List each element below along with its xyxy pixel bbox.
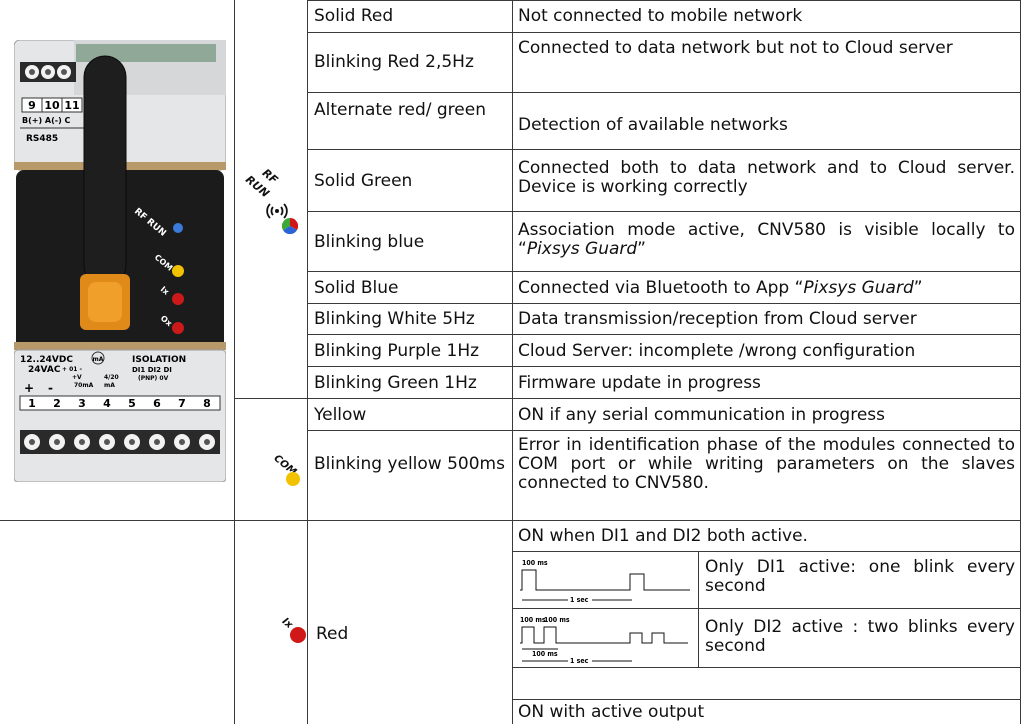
ix-led-icon: Ix — [280, 616, 310, 644]
rf-desc-alternate: Detection of available networks — [518, 115, 788, 135]
svg-text:100 ms: 100 ms — [544, 616, 570, 624]
minus-label: - — [48, 381, 53, 395]
rf-desc-blinking-white: Data transmission/reception from Cloud s… — [518, 309, 917, 329]
svg-text:3: 3 — [78, 397, 86, 410]
rf-desc-blinking-blue: Association mode active, CNV580 is visib… — [518, 220, 1015, 259]
rf-desc-blinking-red: Connected to data network but not to Clo… — [518, 38, 953, 58]
terminal-9: 9 — [28, 99, 36, 112]
waveform-one-blink: 100 ms 1 sec — [520, 559, 690, 604]
r420-label: 4/20 — [104, 374, 119, 381]
cnv580-device-illustration: 9 10 11 B(+) A(-) C RS485 RF RUN COM Ix … — [14, 40, 226, 482]
rf-state-alternate: Alternate red/ green — [314, 100, 486, 120]
svg-text:7: 7 — [178, 397, 186, 410]
com-state-blinking-yellow: Blinking yellow 500ms — [314, 454, 505, 474]
terminal-11: 11 — [64, 99, 79, 112]
terminal-10: 10 — [44, 99, 60, 112]
com-led-icon: COM — [271, 453, 306, 490]
ix-desc-di2-active: Only DI2 active : two blinks every secon… — [705, 617, 1015, 656]
rf-state-blinking-purple: Blinking Purple 1Hz — [314, 341, 480, 361]
rf-desc-solid-blue: Connected via Bluetooth to App “Pixsys G… — [518, 278, 923, 298]
ma-unit-label: mA — [104, 382, 115, 389]
rf-state-solid-blue: Solid Blue — [314, 278, 399, 298]
plus-label: + — [24, 381, 34, 395]
rf-state-solid-green: Solid Green — [314, 171, 413, 191]
rgb-led-icon — [282, 218, 298, 234]
rf-state-blinking-white: Blinking White 5Hz — [314, 309, 475, 329]
v-label: +V — [72, 374, 82, 381]
com-desc-yellow: ON if any serial communication in progre… — [518, 405, 886, 425]
rs485-signals: B(+) A(-) C — [22, 116, 71, 125]
svg-text:1: 1 — [28, 397, 36, 410]
rf-desc-solid-green: Connected both to data network and to Cl… — [518, 158, 1015, 197]
rf-desc-solid-red: Not connected to mobile network — [518, 6, 803, 26]
ix-state-red: Red — [316, 624, 349, 644]
rf-desc-blinking-purple: Cloud Server: incomplete /wrong configur… — [518, 341, 916, 361]
rf-desc-blinking-green: Firmware update in progress — [518, 373, 761, 393]
ix-desc-di1-active: Only DI1 active: one blink every second — [705, 557, 1015, 596]
rf-run-led-icon: RF RUN — [240, 166, 304, 242]
rf-state-blinking-green: Blinking Green 1Hz — [314, 373, 477, 393]
svg-text:6: 6 — [153, 397, 161, 410]
waveform-two-blinks: 100 ms 100 ms 100 ms 1 sec — [520, 616, 688, 665]
com-desc-blinking-yellow: Error in identification phase of the mod… — [518, 435, 1015, 493]
com-state-yellow: Yellow — [314, 405, 367, 425]
rf-state-solid-red: Solid Red — [314, 6, 394, 26]
isolation-label: ISOLATION — [132, 355, 186, 365]
ix-desc-active-output: ON with active output — [518, 702, 705, 722]
rs485-label: RS485 — [26, 134, 58, 144]
svg-text:100 ms: 100 ms — [522, 559, 548, 567]
svg-text:1 sec: 1 sec — [570, 596, 589, 604]
power-label-ac: 24VAC — [28, 365, 61, 375]
svg-text:8: 8 — [203, 397, 211, 410]
ma70-label: 70mA — [74, 382, 94, 389]
rf-state-blinking-red: Blinking Red 2,5Hz — [314, 52, 474, 72]
svg-text:100 ms: 100 ms — [520, 616, 546, 624]
ix-desc-both-active: ON when DI1 and DI2 both active. — [518, 526, 808, 546]
svg-text:1 sec: 1 sec — [570, 657, 589, 665]
svg-text:5: 5 — [128, 397, 136, 410]
rf-state-blinking-blue: Blinking blue — [314, 232, 425, 252]
io-label-1: DI1 DI2 DI — [132, 366, 172, 374]
ma-label: mA — [93, 356, 104, 363]
io-label-2: (PNP) 0V — [138, 375, 169, 382]
bottom-terminal-labels: 1 2 3 4 5 6 7 8 — [19, 395, 221, 411]
svg-text:100 ms: 100 ms — [532, 650, 558, 658]
svg-text:2: 2 — [53, 397, 61, 410]
power-label-dc: 12..24VDC — [20, 355, 73, 365]
svg-text:4: 4 — [103, 397, 111, 410]
o1-label: + 01 - — [62, 366, 83, 373]
